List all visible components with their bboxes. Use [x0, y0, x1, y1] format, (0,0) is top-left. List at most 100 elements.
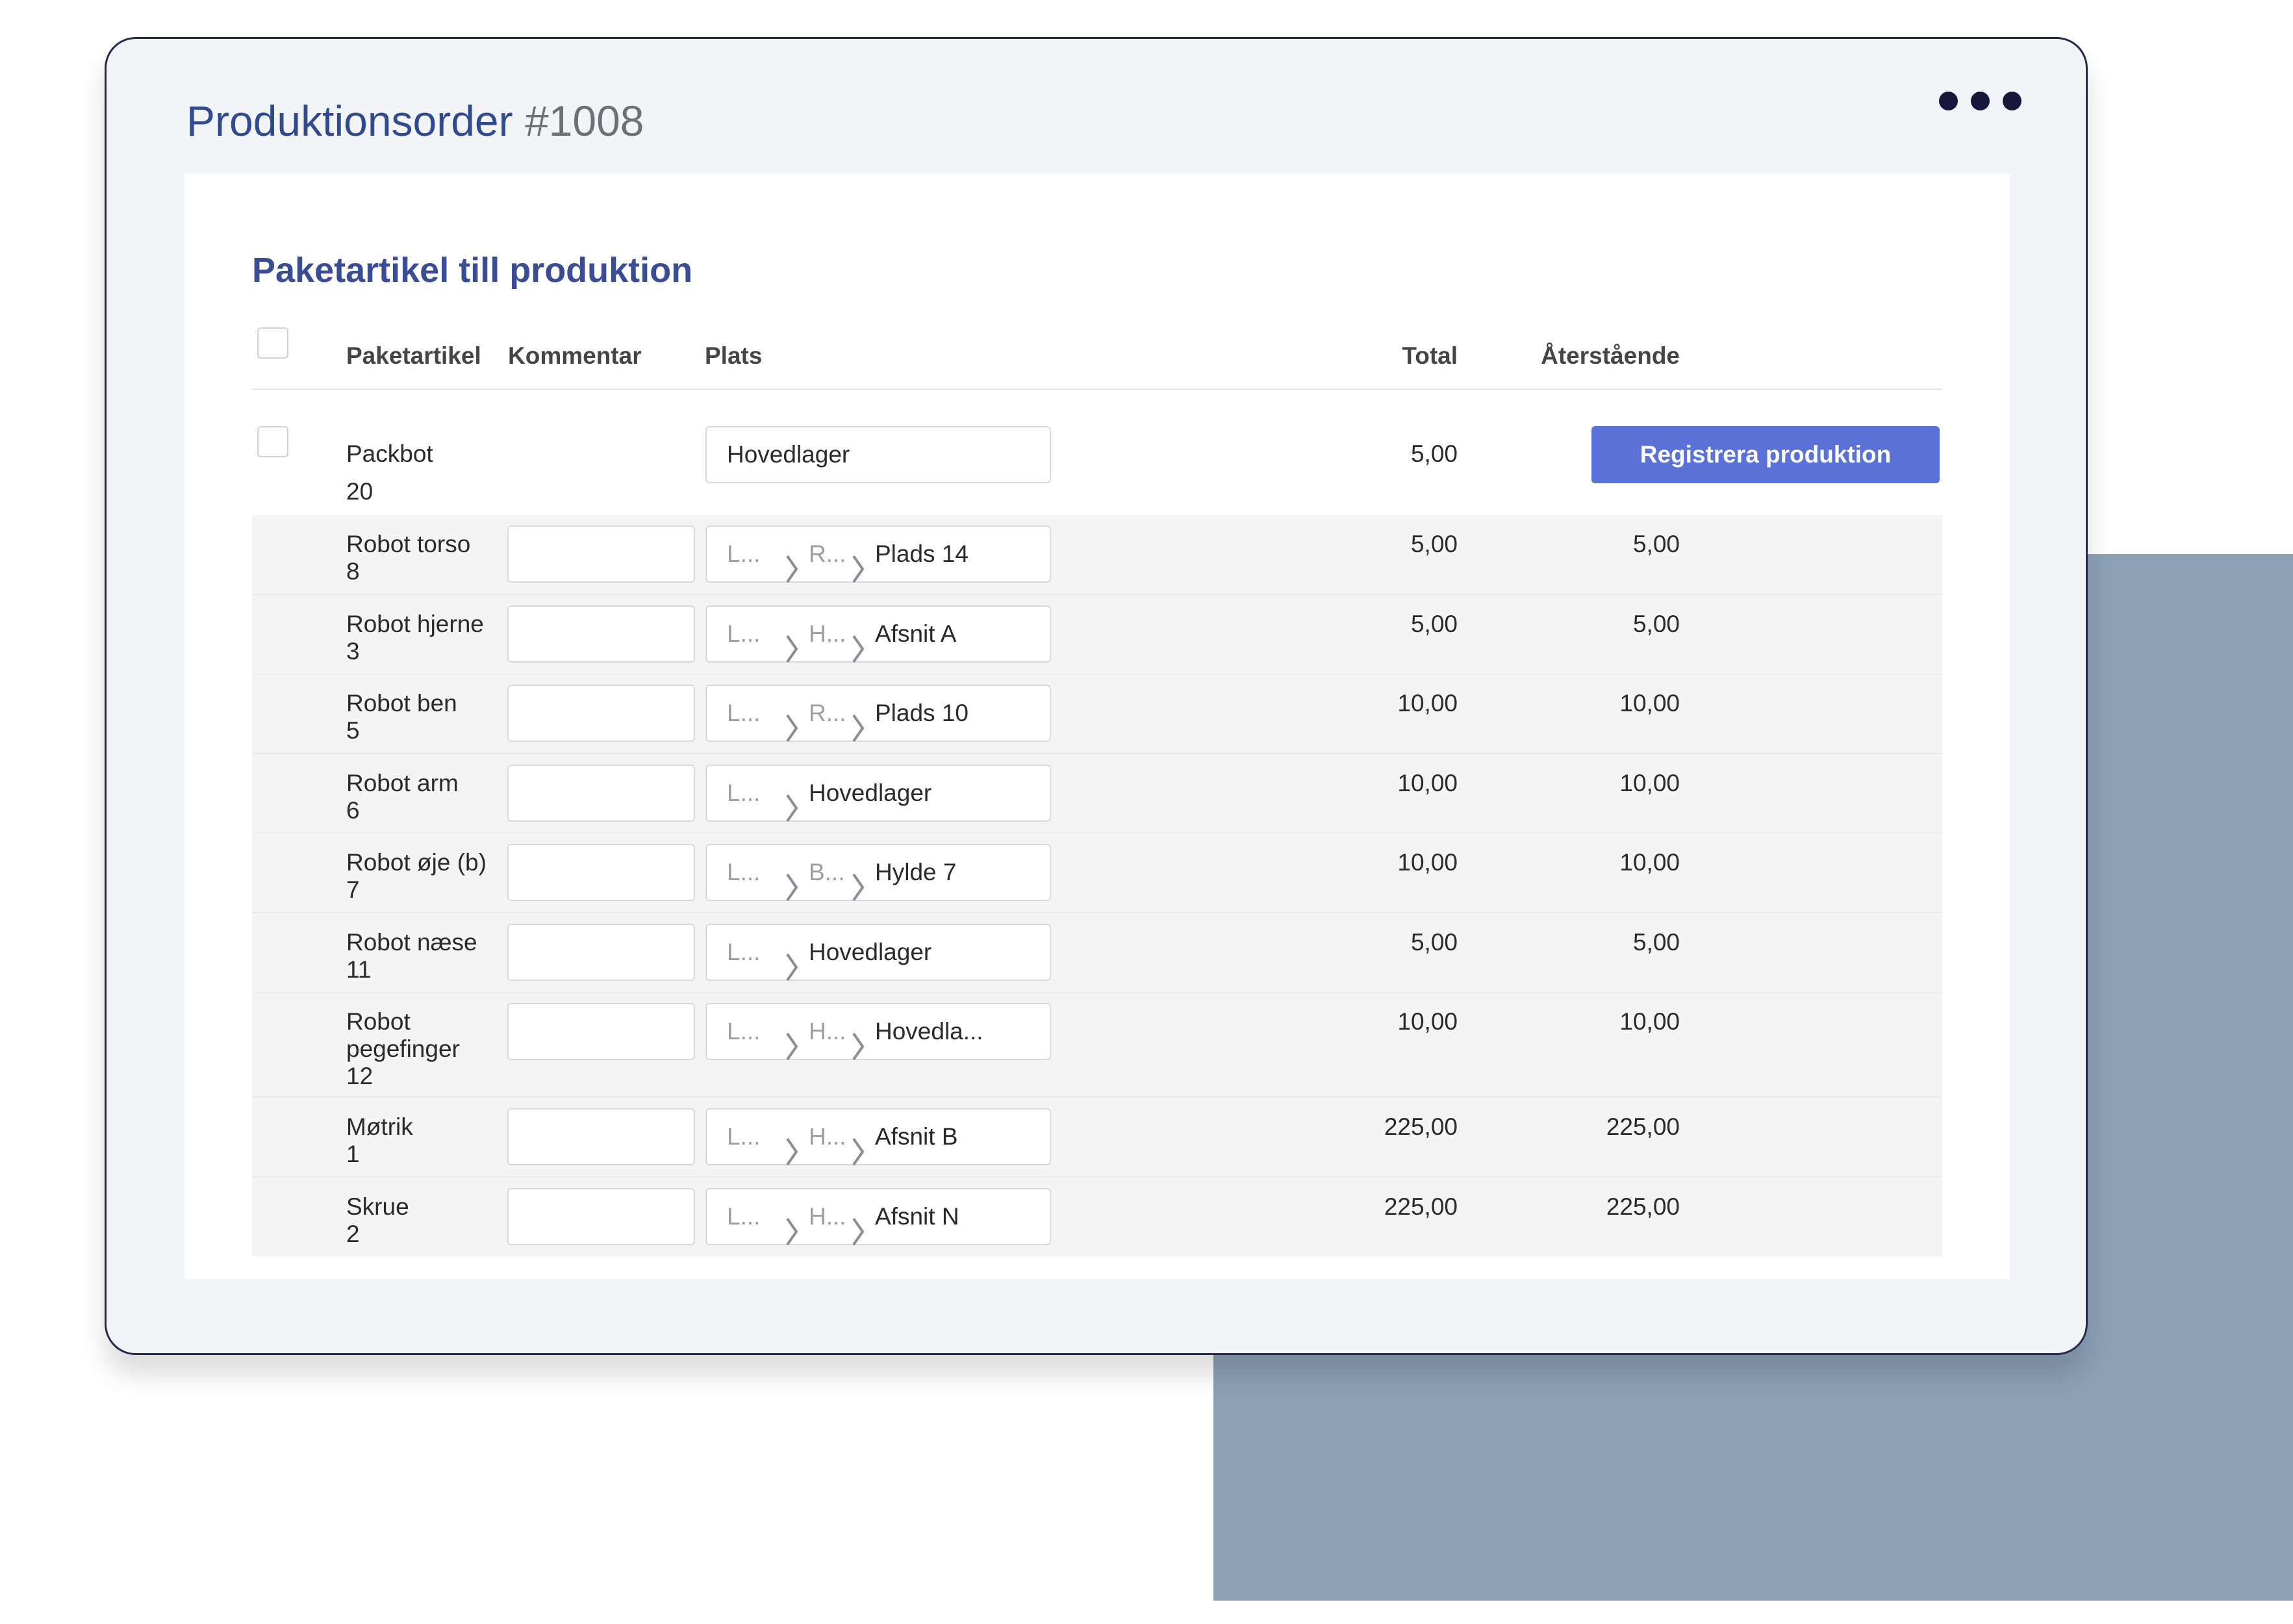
location-value: Afsnit B [875, 1123, 958, 1150]
comment-input[interactable] [507, 1188, 695, 1245]
comment-input[interactable] [507, 605, 695, 663]
item-code: 6 [346, 797, 360, 824]
page-title-name: Produktionsorder [186, 97, 513, 145]
location-path-field[interactable]: L... R... Plads 10 [705, 685, 1051, 742]
item-name: Robot hjerne [346, 611, 484, 637]
location-value: Hovedla... [875, 1018, 983, 1045]
location-path-segment: H... [809, 1123, 846, 1150]
item-name: Robot øje (b) [346, 849, 487, 876]
item-code: 2 [346, 1221, 360, 1247]
column-header-item: Paketartikel [346, 342, 481, 369]
location-path-segment: L... [727, 620, 761, 647]
row-remaining: 5,00 [1632, 929, 1680, 956]
item-code: 7 [346, 876, 360, 903]
order-number: #1008 [524, 97, 644, 145]
table-row [252, 515, 1942, 594]
location-path-field[interactable]: L... H... Afsnit N [705, 1188, 1051, 1246]
row-total: 5,00 [1410, 929, 1458, 956]
row-total: 10,00 [1397, 690, 1458, 717]
section-title: Paketartikel till produktion [252, 251, 693, 290]
comment-input[interactable] [507, 924, 695, 981]
location-path-segment: L... [727, 1123, 761, 1150]
parent-location-field[interactable]: Hovedlager [705, 426, 1051, 483]
row-remaining: 10,00 [1619, 1008, 1680, 1035]
location-path-field[interactable]: L... R... Plads 14 [705, 526, 1051, 583]
table-row [252, 993, 1942, 1097]
item-name: Robot arm [346, 770, 459, 796]
item-code: 12 [346, 1063, 374, 1089]
row-total: 10,00 [1397, 849, 1458, 876]
more-horizontal-icon[interactable] [1939, 92, 2021, 110]
register-production-button[interactable]: Registrera produktion [1591, 426, 1940, 483]
row-total: 5,00 [1410, 611, 1458, 637]
location-path-segment: L... [727, 1018, 761, 1045]
item-name: Robot [346, 1008, 411, 1035]
location-path-field[interactable]: L... B... Hylde 7 [705, 844, 1051, 902]
column-header-remaining: Återstående [1541, 342, 1680, 369]
row-total: 225,00 [1384, 1113, 1458, 1140]
location-path-field[interactable]: L... H... Afsnit B [705, 1108, 1051, 1166]
location-path-segment: L... [727, 859, 761, 885]
comment-input[interactable] [507, 685, 695, 742]
comment-input[interactable] [507, 844, 695, 901]
select-all-checkbox[interactable] [257, 327, 288, 359]
location-path-segment: B... [809, 859, 845, 885]
location-path-field[interactable]: L... Hovedlager [705, 924, 1051, 982]
location-path-field[interactable]: L... H... Hovedla... [705, 1003, 1051, 1061]
row-total: 10,00 [1397, 1008, 1458, 1035]
comment-input[interactable] [507, 526, 695, 583]
comment-input[interactable] [507, 1003, 695, 1060]
row-total: 225,00 [1384, 1193, 1458, 1220]
table-row [252, 595, 1942, 674]
row-remaining: 5,00 [1632, 531, 1680, 557]
location-value: Plads 14 [875, 540, 969, 567]
row-remaining: 10,00 [1619, 690, 1680, 717]
location-path-segment: H... [809, 1203, 846, 1230]
header-divider [252, 388, 1942, 390]
location-path-segment: R... [809, 540, 846, 567]
parent-item-code: 20 [346, 478, 374, 505]
item-code: 1 [346, 1141, 360, 1167]
table-row [252, 833, 1942, 912]
row-remaining: 225,00 [1606, 1193, 1680, 1220]
item-name: Skrue [346, 1193, 409, 1220]
location-path-field[interactable]: L... H... Afsnit A [705, 605, 1051, 663]
location-value: Hovedlager [809, 939, 932, 965]
row-checkbox[interactable] [257, 426, 288, 457]
location-value: Afsnit A [875, 620, 957, 647]
parent-item-name: Packbot [346, 440, 433, 467]
location-path-field[interactable]: L... Hovedlager [705, 765, 1051, 822]
location-path-segment: H... [809, 1018, 846, 1045]
table-row [252, 1098, 1942, 1176]
location-path-segment: L... [727, 700, 761, 726]
table-row [252, 754, 1942, 833]
item-code: 5 [346, 717, 360, 744]
row-total: 5,00 [1410, 531, 1458, 557]
item-name-line2: pegefinger [346, 1035, 460, 1062]
item-code: 8 [346, 558, 360, 585]
location-path-segment: L... [727, 939, 761, 965]
page-title: Produktionsorder #1008 [186, 96, 644, 146]
location-path-segment: L... [727, 540, 761, 567]
location-value: Hovedlager [809, 780, 932, 806]
item-code: 3 [346, 638, 360, 665]
location-path-segment: L... [727, 780, 761, 806]
table-row [252, 913, 1942, 992]
row-remaining: 5,00 [1632, 611, 1680, 637]
comment-input[interactable] [507, 765, 695, 822]
column-header-comment: Kommentar [508, 342, 642, 369]
table-row [252, 674, 1942, 753]
item-name: Robot næse [346, 929, 477, 956]
column-header-location: Plats [705, 342, 763, 369]
table-row [252, 1178, 1942, 1256]
parent-location-value: Hovedlager [727, 441, 850, 468]
location-value: Afsnit N [875, 1203, 959, 1230]
location-path-segment: H... [809, 620, 846, 647]
row-remaining: 10,00 [1619, 849, 1680, 876]
row-total: 10,00 [1397, 770, 1458, 796]
item-name: Robot torso [346, 531, 471, 557]
comment-input[interactable] [507, 1108, 695, 1165]
row-remaining: 10,00 [1619, 770, 1680, 796]
item-name: Robot ben [346, 690, 457, 717]
location-path-segment: R... [809, 700, 846, 726]
